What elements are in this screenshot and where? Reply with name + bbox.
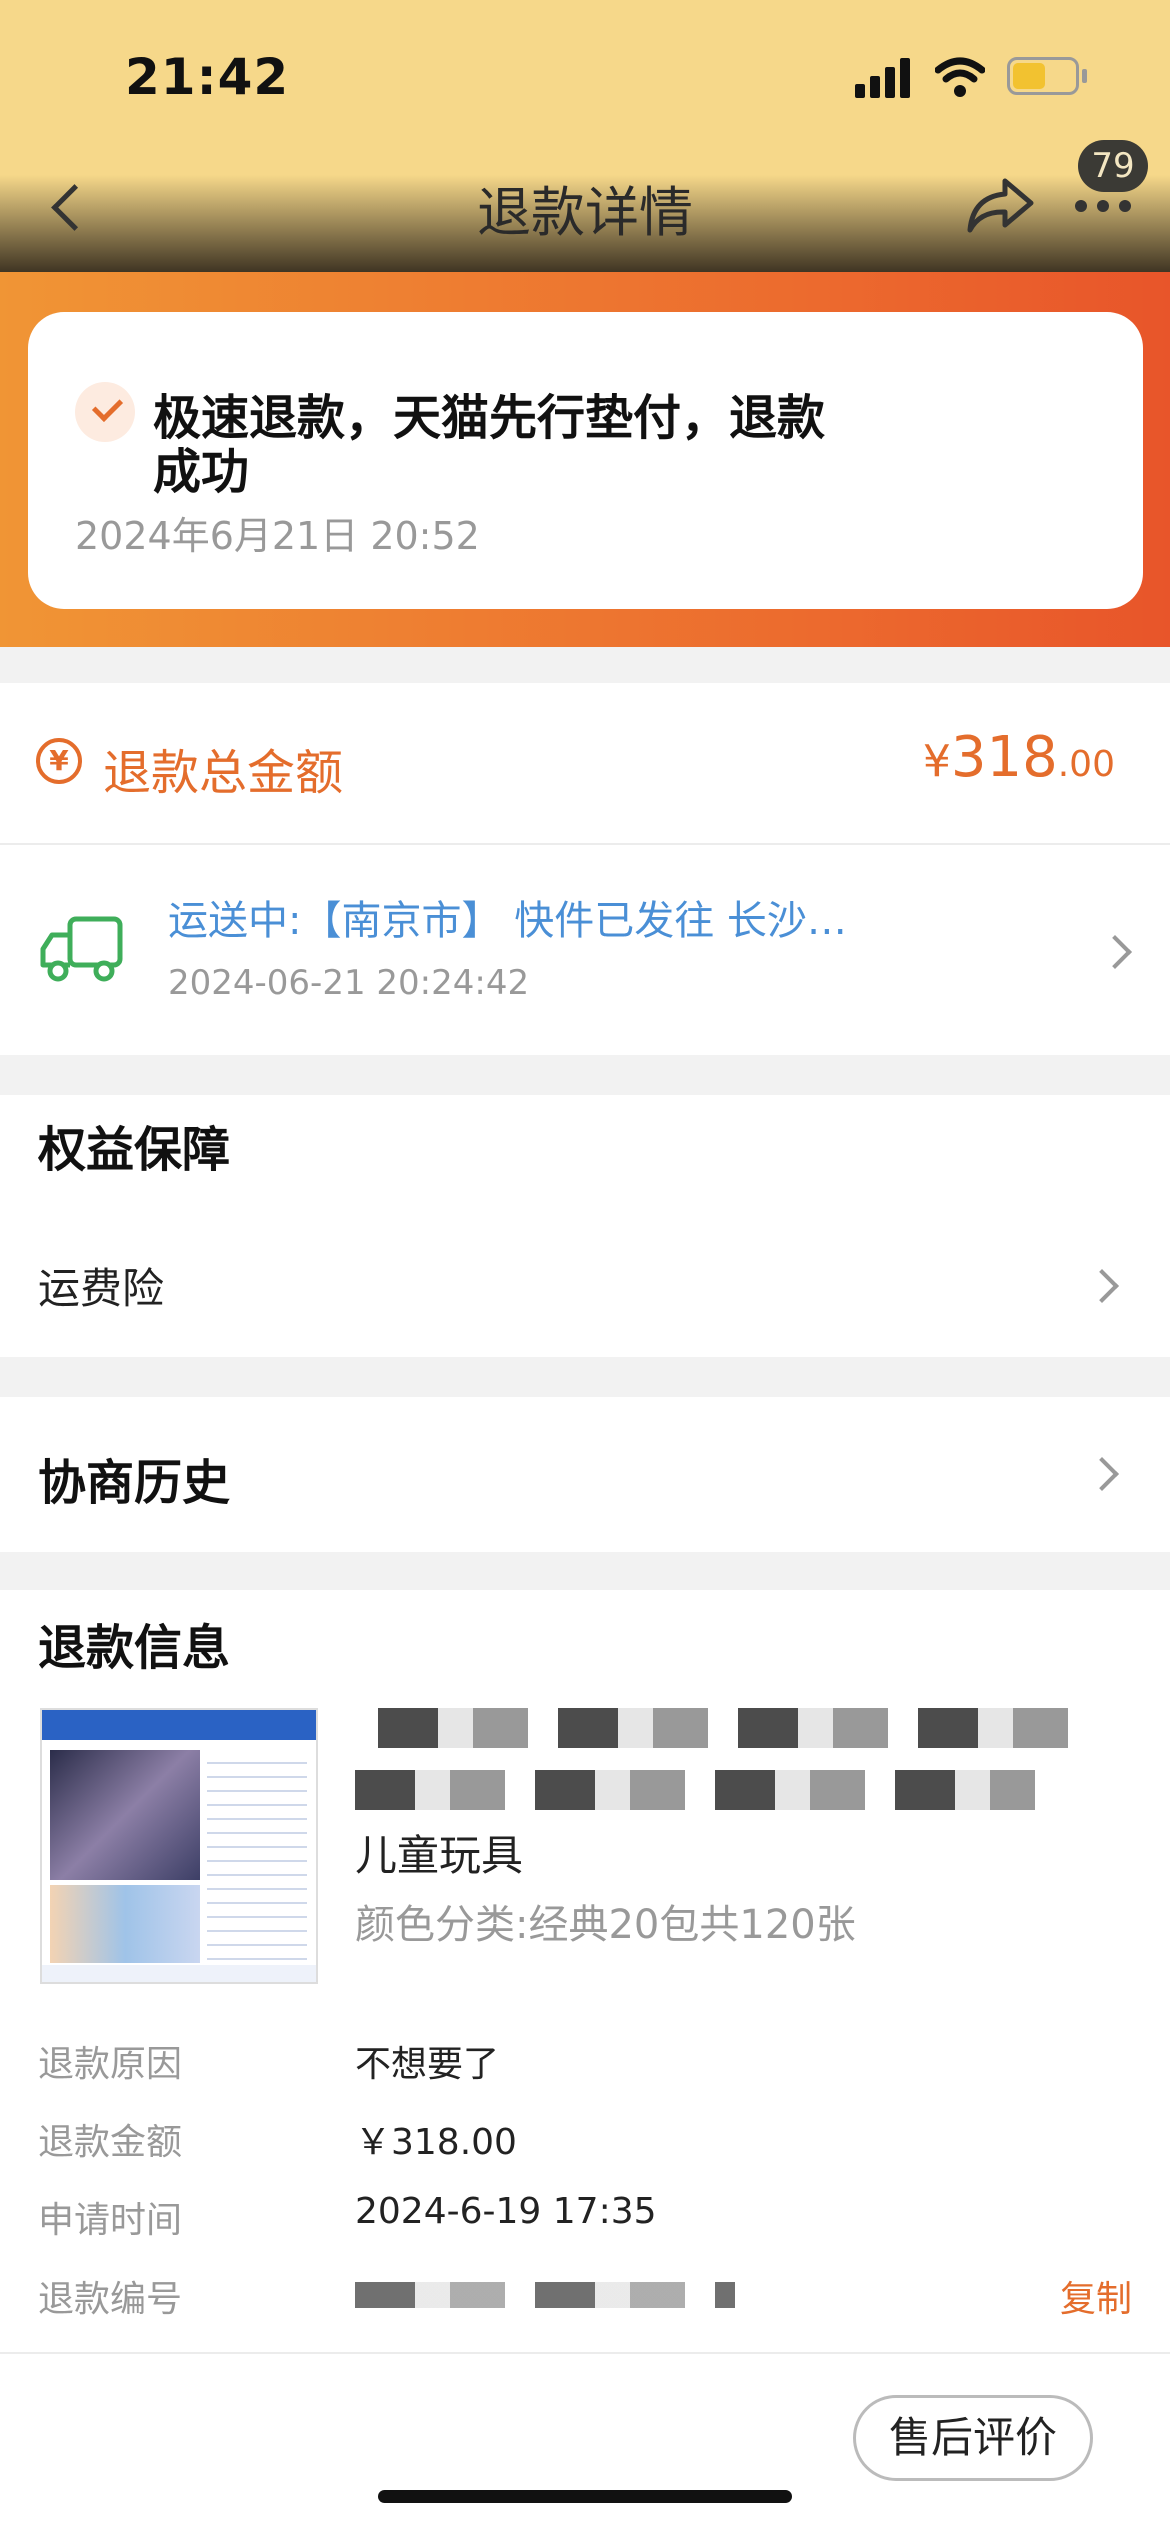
logistics-text[interactable]: 运送中:【南京市】 快件已发往 长沙… — [168, 888, 847, 946]
copy-button[interactable]: 复制 — [1060, 2270, 1132, 2322]
yen-icon: ¥ — [36, 738, 82, 784]
benefits-title: 权益保障 — [38, 1122, 231, 1178]
shipping-insurance-item[interactable]: 运费险 — [38, 1255, 164, 1316]
after-sale-review-button[interactable]: 售后评价 — [853, 2395, 1093, 2481]
amount-integer: 318 — [950, 725, 1058, 790]
status-time: 21:42 — [125, 48, 290, 106]
truck-icon — [38, 915, 128, 985]
status-title-line2: 成功 — [153, 444, 250, 500]
refund-info-title: 退款信息 — [38, 1620, 231, 1676]
product-image[interactable] — [40, 1708, 318, 1984]
logistics-row[interactable] — [0, 845, 1170, 1055]
refund-number-redacted — [355, 2282, 735, 2308]
product-name: 儿童玩具 — [355, 1831, 524, 1880]
refund-amount-label: 退款金额 — [38, 2122, 183, 2163]
product-title-redacted — [378, 1708, 1078, 1748]
refund-total-amount: ¥318.00 — [923, 725, 1115, 790]
more-icon[interactable] — [1075, 195, 1135, 215]
refund-reason-label: 退款原因 — [38, 2044, 183, 2085]
currency-symbol: ¥ — [922, 736, 951, 787]
negotiation-title[interactable]: 协商历史 — [38, 1443, 230, 1513]
refund-number-label: 退款编号 — [38, 2279, 183, 2320]
share-icon[interactable] — [965, 175, 1035, 235]
signal-icon — [855, 58, 915, 98]
message-badge: 79 — [1078, 140, 1148, 192]
wifi-icon — [934, 55, 986, 99]
home-indicator — [378, 2490, 792, 2503]
check-icon — [75, 382, 135, 442]
refund-reason-value: 不想要了 — [355, 2044, 500, 2085]
logistics-time: 2024-06-21 20:24:42 — [168, 963, 530, 1003]
refund-total-label: 退款总金额 — [103, 745, 344, 801]
apply-time-label: 申请时间 — [38, 2200, 183, 2241]
product-spec: 颜色分类:经典20包共120张 — [355, 1902, 856, 1948]
battery-icon — [1007, 57, 1089, 95]
refund-amount-value: ￥318.00 — [355, 2122, 517, 2163]
amount-decimal: .00 — [1057, 744, 1115, 785]
status-title-line1: 极速退款，天猫先行垫付，退款 — [153, 390, 826, 446]
apply-time-value: 2024-6-19 17:35 — [355, 2191, 657, 2232]
status-date: 2024年6月21日 20:52 — [75, 514, 480, 558]
product-title-redacted — [355, 1770, 1035, 1810]
